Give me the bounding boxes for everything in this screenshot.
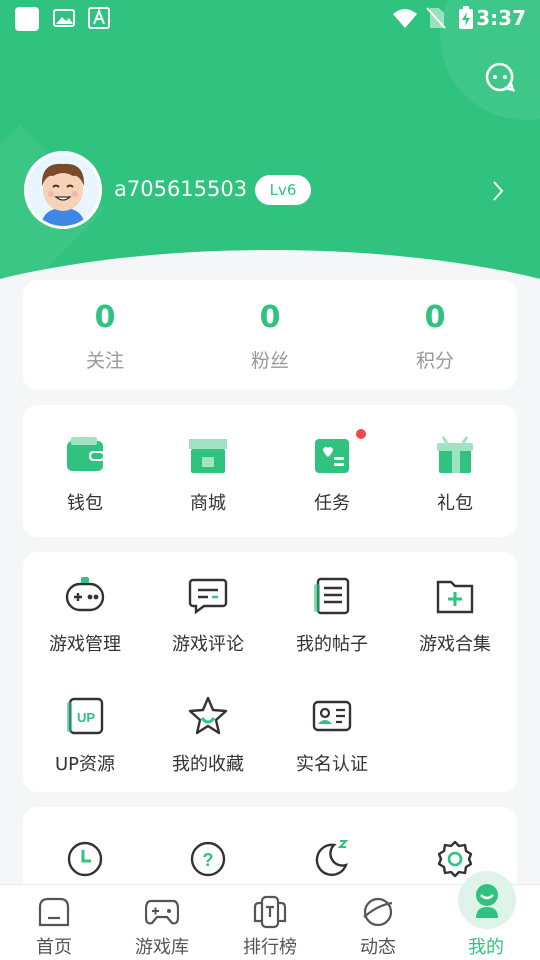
active-tab-bubble	[458, 871, 516, 929]
help-icon: ?	[190, 841, 226, 877]
settings-icon	[437, 840, 473, 878]
level-badge: Lv6	[255, 175, 311, 205]
stats-card: 0 关注 0 粉丝 0 积分	[23, 280, 517, 390]
wallet-button[interactable]: 钱包	[23, 435, 147, 535]
game-review-label: 游戏评论	[172, 634, 244, 655]
game-review-button[interactable]: 游戏评论	[146, 576, 270, 676]
shop-icon	[189, 439, 227, 473]
tab-label: 排行榜	[243, 937, 297, 958]
wallet-label: 钱包	[67, 493, 103, 514]
game-library-icon	[145, 899, 179, 925]
my-posts-label: 我的帖子	[296, 634, 368, 655]
tab-home[interactable]: 首页	[0, 885, 108, 960]
wallet-icon	[67, 437, 105, 471]
chevron-right-icon[interactable]	[490, 178, 506, 204]
tab-label: 首页	[36, 937, 72, 958]
real-name-auth-button[interactable]: 实名认证	[270, 696, 394, 796]
shop-label: 商城	[190, 493, 226, 514]
planet-icon	[363, 897, 393, 927]
message-button[interactable]	[484, 61, 516, 93]
game-collection-button[interactable]: 游戏合集	[393, 576, 517, 676]
post-icon	[314, 577, 350, 615]
tab-feed[interactable]: 动态	[324, 885, 432, 960]
avatar-face-icon	[27, 154, 99, 226]
tab-label: 动态	[360, 937, 396, 958]
up-resource-icon: UP	[67, 697, 104, 735]
tab-label: 我的	[468, 937, 504, 958]
game-manage-label: 游戏管理	[49, 634, 121, 655]
folder-add-icon	[436, 580, 474, 614]
up-resource-button[interactable]: UP UP资源	[23, 696, 147, 796]
id-card-icon	[312, 700, 352, 732]
tab-mine[interactable]: 我的	[432, 871, 540, 960]
home-icon	[38, 897, 70, 927]
gift-button[interactable]: 礼包	[393, 435, 517, 535]
no-sim-icon	[426, 6, 446, 34]
gift-icon	[437, 436, 473, 473]
stat-label: 关注	[85, 350, 124, 372]
stat-value: 0	[424, 300, 446, 335]
stat-value: 0	[259, 300, 281, 335]
bottom-tab-bar: 首页 游戏库 排行榜 动态 我的	[0, 871, 540, 960]
my-favorites-button[interactable]: 我的收藏	[146, 696, 270, 796]
real-name-auth-label: 实名认证	[296, 754, 368, 775]
username[interactable]: a705615503	[114, 177, 247, 201]
status-bar: 3:37	[0, 0, 540, 36]
star-icon	[188, 696, 228, 735]
tab-label: 游戏库	[135, 937, 189, 958]
my-favorites-label: 我的收藏	[172, 754, 244, 775]
wallet-card: 钱包 商城 任务 礼包	[23, 405, 517, 537]
avatar[interactable]	[24, 151, 102, 229]
wifi-icon	[392, 6, 418, 34]
status-time: 3:37	[476, 6, 526, 30]
tab-game-library[interactable]: 游戏库	[108, 885, 216, 960]
task-icon	[315, 439, 349, 473]
stat-label: 积分	[415, 350, 454, 372]
font-icon	[88, 6, 110, 34]
gift-label: 礼包	[437, 493, 473, 514]
comment-icon	[188, 578, 228, 615]
app-icon	[14, 6, 40, 36]
mine-icon	[476, 884, 498, 918]
up-resource-label: UP资源	[54, 754, 116, 775]
clock-icon	[67, 841, 103, 877]
stat-label: 粉丝	[250, 350, 289, 372]
tab-ranking[interactable]: 排行榜	[216, 885, 324, 960]
night-mode-icon	[315, 840, 349, 877]
task-label: 任务	[314, 493, 350, 514]
game-collection-label: 游戏合集	[419, 634, 491, 655]
tools-card: 游戏管理 游戏评论 我的帖子 游戏合集 UP UP资源 我的收藏 实名认证	[23, 552, 517, 792]
shop-button[interactable]: 商城	[146, 435, 270, 535]
message-icon	[485, 62, 516, 92]
battery-charging-icon	[458, 6, 474, 34]
image-icon	[52, 6, 76, 34]
my-posts-button[interactable]: 我的帖子	[270, 576, 394, 676]
notification-dot	[356, 429, 366, 439]
task-button[interactable]: 任务	[270, 429, 394, 535]
gamepad-icon	[65, 577, 105, 612]
svg-text:?: ?	[203, 850, 214, 870]
game-manage-button[interactable]: 游戏管理	[23, 576, 147, 676]
stat-value: 0	[94, 300, 116, 335]
ranking-icon	[253, 895, 287, 929]
svg-text:UP: UP	[77, 710, 95, 725]
